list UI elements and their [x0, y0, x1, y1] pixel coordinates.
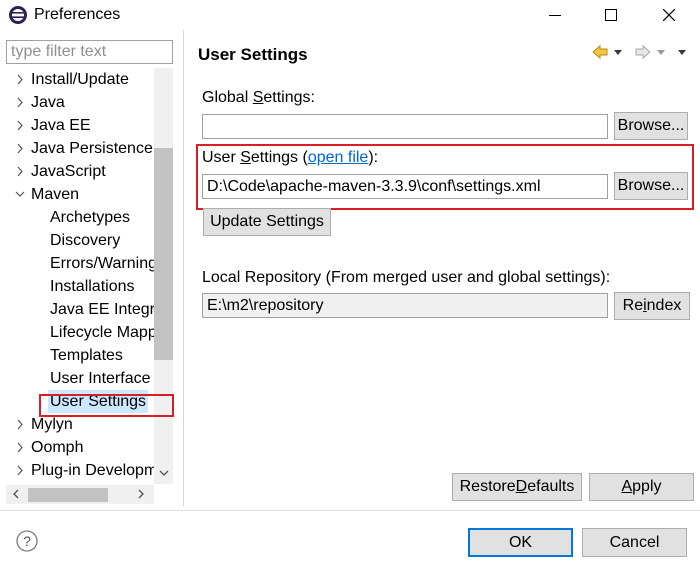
- scroll-left-arrow[interactable]: [9, 487, 23, 501]
- tree-item[interactable]: Archetypes: [0, 206, 154, 229]
- user-settings-label: User Settings (open file):: [202, 149, 379, 166]
- view-menu-icon[interactable]: [678, 50, 686, 55]
- tree-item-label: Archetypes: [50, 209, 131, 226]
- local-repository-field[interactable]: [202, 293, 608, 318]
- tree-item[interactable]: Errors/Warnings: [0, 252, 154, 275]
- user-settings-field[interactable]: [202, 174, 608, 199]
- chevron-right-icon[interactable]: [14, 160, 26, 183]
- preferences-tree[interactable]: Install/Update Java Java EE Java Persistenc…: [0, 68, 154, 484]
- back-arrow-icon[interactable]: [592, 44, 608, 60]
- update-settings-button[interactable]: Update Settings: [203, 208, 331, 236]
- restore-defaults-button[interactable]: Restore Defaults: [452, 473, 582, 501]
- tree-item[interactable]: Maven: [0, 183, 154, 206]
- tree-item[interactable]: Installations: [0, 275, 154, 298]
- panel-splitter[interactable]: [183, 30, 184, 506]
- tree-item[interactable]: JavaScript: [0, 160, 154, 183]
- svg-text:?: ?: [23, 533, 31, 549]
- tree-item-label: Installations: [50, 278, 135, 295]
- footer-separator: [0, 510, 700, 511]
- tree-item-label: Discovery: [50, 232, 121, 249]
- chevron-left-icon: [13, 489, 19, 499]
- chevron-right-icon[interactable]: [14, 114, 26, 137]
- ok-button[interactable]: OK: [468, 528, 573, 557]
- tree-item[interactable]: Java: [0, 91, 154, 114]
- tree-item-label: Java: [31, 94, 65, 111]
- tree-horizontal-scroll-thumb[interactable]: [28, 488, 108, 502]
- global-browse-button[interactable]: Browse...: [614, 112, 688, 140]
- global-settings-field[interactable]: [202, 114, 608, 139]
- close-icon: [663, 9, 675, 21]
- window-title: Preferences: [34, 6, 121, 23]
- tree-item[interactable]: Oomph: [0, 436, 154, 459]
- tree-item-label: Maven: [31, 186, 80, 203]
- global-settings-label: Global Settings:: [202, 89, 315, 106]
- tree-item[interactable]: Plug-in Development: [0, 459, 154, 482]
- minimize-icon: [549, 15, 561, 16]
- minimize-button[interactable]: [532, 0, 578, 30]
- open-file-link[interactable]: open file: [308, 149, 369, 166]
- tree-item[interactable]: Lifecycle Mappings: [0, 321, 154, 344]
- tree-item[interactable]: Templates: [0, 344, 154, 367]
- scroll-right-arrow[interactable]: [134, 487, 148, 501]
- maximize-icon: [605, 9, 617, 21]
- chevron-right-icon[interactable]: [14, 91, 26, 114]
- tree-item-label: Java EE Integration: [50, 301, 154, 318]
- forward-arrow-icon[interactable]: [635, 44, 651, 60]
- apply-button[interactable]: Apply: [589, 473, 694, 501]
- chevron-right-icon[interactable]: [14, 137, 26, 160]
- page-navigation: [592, 43, 692, 61]
- close-button[interactable]: [646, 0, 692, 30]
- tree-item[interactable]: Discovery: [0, 229, 154, 252]
- tree-vertical-scroll-thumb[interactable]: [154, 148, 173, 360]
- local-repository-label: Local Repository (From merged user and g…: [202, 269, 611, 286]
- forward-history-dropdown-icon[interactable]: [657, 50, 665, 55]
- tree-item-label: Java Persistence: [31, 140, 153, 157]
- tree-item[interactable]: Java EE: [0, 114, 154, 137]
- tree-item[interactable]: Java Persistence: [0, 137, 154, 160]
- filter-input[interactable]: [6, 40, 173, 64]
- chevron-right-icon[interactable]: [14, 68, 26, 91]
- chevron-right-icon[interactable]: [14, 436, 26, 459]
- help-button[interactable]: ?: [16, 530, 38, 552]
- help-icon: ?: [16, 530, 38, 552]
- user-browse-button[interactable]: Browse...: [614, 172, 688, 200]
- tree-item-label: Install/Update: [31, 71, 129, 88]
- scroll-down-arrow[interactable]: [157, 466, 171, 480]
- back-history-dropdown-icon[interactable]: [614, 50, 622, 55]
- tree-item-label: Lifecycle Mappings: [50, 324, 154, 341]
- tree-item[interactable]: User Interface: [0, 367, 154, 390]
- selected-item-highlight-box: [39, 394, 174, 417]
- page-title: User Settings: [198, 45, 308, 64]
- eclipse-app-icon: [8, 5, 28, 25]
- maximize-button[interactable]: [588, 0, 634, 30]
- chevron-right-icon[interactable]: [14, 413, 26, 436]
- tree-item-label: JavaScript: [31, 163, 106, 180]
- tree-item-label: Oomph: [31, 439, 84, 456]
- reindex-button[interactable]: Re i ndex: [614, 292, 690, 320]
- tree-item[interactable]: Install/Update: [0, 68, 154, 91]
- chevron-right-icon[interactable]: [14, 459, 26, 482]
- tree-item-label: Templates: [50, 347, 123, 364]
- chevron-down-icon[interactable]: [14, 183, 26, 206]
- tree-item[interactable]: Java EE Integration: [0, 298, 154, 321]
- tree-item-label: Errors/Warnings: [50, 255, 154, 272]
- tree-item-label: Plug-in Development: [31, 462, 154, 479]
- tree-item-label: User Interface: [50, 370, 151, 387]
- cancel-button[interactable]: Cancel: [582, 528, 687, 557]
- chevron-right-icon: [138, 489, 144, 499]
- chevron-down-icon: [159, 470, 169, 476]
- tree-item-label: Java EE: [31, 117, 91, 134]
